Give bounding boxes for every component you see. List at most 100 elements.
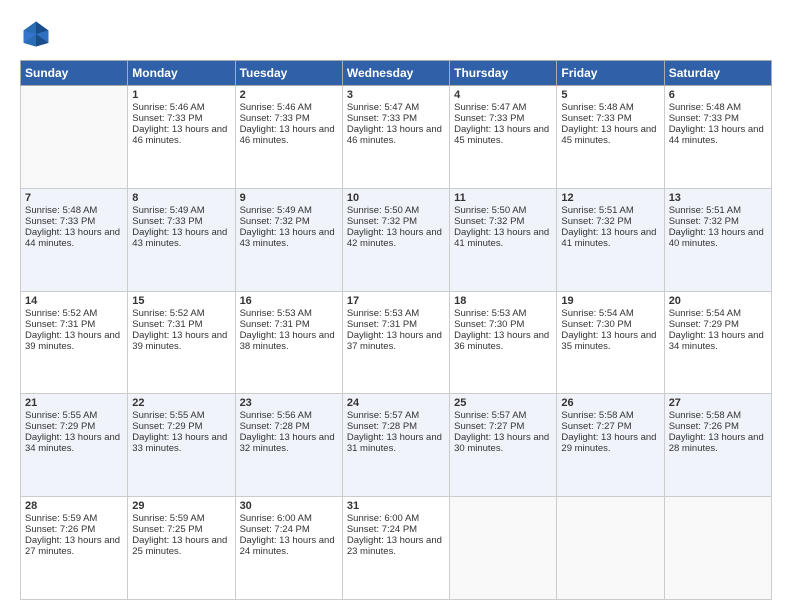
calendar-week-row: 14Sunrise: 5:52 AMSunset: 7:31 PMDayligh… bbox=[21, 291, 772, 394]
day-number: 24 bbox=[347, 397, 445, 409]
daylight-text: Daylight: 13 hours and 29 minutes. bbox=[561, 432, 659, 454]
day-number: 2 bbox=[240, 89, 338, 101]
sunrise-text: Sunrise: 5:51 AM bbox=[669, 205, 767, 216]
sunrise-text: Sunrise: 5:53 AM bbox=[454, 308, 552, 319]
daylight-text: Daylight: 13 hours and 39 minutes. bbox=[132, 330, 230, 352]
sunrise-text: Sunrise: 5:58 AM bbox=[561, 410, 659, 421]
calendar-cell: 3Sunrise: 5:47 AMSunset: 7:33 PMDaylight… bbox=[342, 86, 449, 189]
daylight-text: Daylight: 13 hours and 35 minutes. bbox=[561, 330, 659, 352]
daylight-text: Daylight: 13 hours and 34 minutes. bbox=[25, 432, 123, 454]
daylight-text: Daylight: 13 hours and 32 minutes. bbox=[240, 432, 338, 454]
sunrise-text: Sunrise: 5:47 AM bbox=[347, 102, 445, 113]
daylight-text: Daylight: 13 hours and 43 minutes. bbox=[240, 227, 338, 249]
day-number: 29 bbox=[132, 500, 230, 512]
calendar-cell: 30Sunrise: 6:00 AMSunset: 7:24 PMDayligh… bbox=[235, 497, 342, 600]
sunset-text: Sunset: 7:33 PM bbox=[669, 113, 767, 124]
calendar-cell: 28Sunrise: 5:59 AMSunset: 7:26 PMDayligh… bbox=[21, 497, 128, 600]
calendar-cell: 8Sunrise: 5:49 AMSunset: 7:33 PMDaylight… bbox=[128, 188, 235, 291]
day-number: 27 bbox=[669, 397, 767, 409]
sunset-text: Sunset: 7:33 PM bbox=[132, 216, 230, 227]
calendar-header-monday: Monday bbox=[128, 61, 235, 86]
sunset-text: Sunset: 7:31 PM bbox=[25, 319, 123, 330]
daylight-text: Daylight: 13 hours and 42 minutes. bbox=[347, 227, 445, 249]
calendar-header-friday: Friday bbox=[557, 61, 664, 86]
calendar-cell: 15Sunrise: 5:52 AMSunset: 7:31 PMDayligh… bbox=[128, 291, 235, 394]
calendar-cell bbox=[664, 497, 771, 600]
day-number: 17 bbox=[347, 295, 445, 307]
sunset-text: Sunset: 7:32 PM bbox=[669, 216, 767, 227]
sunset-text: Sunset: 7:27 PM bbox=[561, 421, 659, 432]
sunrise-text: Sunrise: 5:55 AM bbox=[132, 410, 230, 421]
day-number: 23 bbox=[240, 397, 338, 409]
day-number: 26 bbox=[561, 397, 659, 409]
calendar-cell: 2Sunrise: 5:46 AMSunset: 7:33 PMDaylight… bbox=[235, 86, 342, 189]
sunrise-text: Sunrise: 5:52 AM bbox=[25, 308, 123, 319]
calendar-cell: 22Sunrise: 5:55 AMSunset: 7:29 PMDayligh… bbox=[128, 394, 235, 497]
daylight-text: Daylight: 13 hours and 46 minutes. bbox=[240, 124, 338, 146]
day-number: 20 bbox=[669, 295, 767, 307]
calendar-cell: 11Sunrise: 5:50 AMSunset: 7:32 PMDayligh… bbox=[450, 188, 557, 291]
sunset-text: Sunset: 7:28 PM bbox=[240, 421, 338, 432]
daylight-text: Daylight: 13 hours and 33 minutes. bbox=[132, 432, 230, 454]
sunrise-text: Sunrise: 5:55 AM bbox=[25, 410, 123, 421]
day-number: 3 bbox=[347, 89, 445, 101]
day-number: 31 bbox=[347, 500, 445, 512]
day-number: 7 bbox=[25, 192, 123, 204]
sunrise-text: Sunrise: 6:00 AM bbox=[347, 513, 445, 524]
daylight-text: Daylight: 13 hours and 23 minutes. bbox=[347, 535, 445, 557]
day-number: 5 bbox=[561, 89, 659, 101]
daylight-text: Daylight: 13 hours and 36 minutes. bbox=[454, 330, 552, 352]
sunrise-text: Sunrise: 5:52 AM bbox=[132, 308, 230, 319]
daylight-text: Daylight: 13 hours and 38 minutes. bbox=[240, 330, 338, 352]
sunset-text: Sunset: 7:31 PM bbox=[132, 319, 230, 330]
calendar-cell: 10Sunrise: 5:50 AMSunset: 7:32 PMDayligh… bbox=[342, 188, 449, 291]
daylight-text: Daylight: 13 hours and 44 minutes. bbox=[25, 227, 123, 249]
sunrise-text: Sunrise: 5:56 AM bbox=[240, 410, 338, 421]
calendar-cell bbox=[21, 86, 128, 189]
day-number: 30 bbox=[240, 500, 338, 512]
daylight-text: Daylight: 13 hours and 31 minutes. bbox=[347, 432, 445, 454]
sunrise-text: Sunrise: 5:53 AM bbox=[240, 308, 338, 319]
calendar-cell: 13Sunrise: 5:51 AMSunset: 7:32 PMDayligh… bbox=[664, 188, 771, 291]
daylight-text: Daylight: 13 hours and 41 minutes. bbox=[454, 227, 552, 249]
sunrise-text: Sunrise: 5:57 AM bbox=[347, 410, 445, 421]
day-number: 1 bbox=[132, 89, 230, 101]
day-number: 28 bbox=[25, 500, 123, 512]
sunset-text: Sunset: 7:31 PM bbox=[347, 319, 445, 330]
day-number: 10 bbox=[347, 192, 445, 204]
sunrise-text: Sunrise: 5:57 AM bbox=[454, 410, 552, 421]
sunset-text: Sunset: 7:33 PM bbox=[454, 113, 552, 124]
calendar-cell: 6Sunrise: 5:48 AMSunset: 7:33 PMDaylight… bbox=[664, 86, 771, 189]
sunset-text: Sunset: 7:30 PM bbox=[454, 319, 552, 330]
sunset-text: Sunset: 7:26 PM bbox=[25, 524, 123, 535]
calendar-cell: 12Sunrise: 5:51 AMSunset: 7:32 PMDayligh… bbox=[557, 188, 664, 291]
sunrise-text: Sunrise: 5:58 AM bbox=[669, 410, 767, 421]
sunset-text: Sunset: 7:33 PM bbox=[347, 113, 445, 124]
sunset-text: Sunset: 7:32 PM bbox=[454, 216, 552, 227]
calendar-cell: 17Sunrise: 5:53 AMSunset: 7:31 PMDayligh… bbox=[342, 291, 449, 394]
day-number: 15 bbox=[132, 295, 230, 307]
calendar-cell: 31Sunrise: 6:00 AMSunset: 7:24 PMDayligh… bbox=[342, 497, 449, 600]
day-number: 22 bbox=[132, 397, 230, 409]
sunrise-text: Sunrise: 5:48 AM bbox=[669, 102, 767, 113]
calendar-cell: 1Sunrise: 5:46 AMSunset: 7:33 PMDaylight… bbox=[128, 86, 235, 189]
calendar-cell: 7Sunrise: 5:48 AMSunset: 7:33 PMDaylight… bbox=[21, 188, 128, 291]
sunset-text: Sunset: 7:29 PM bbox=[132, 421, 230, 432]
sunset-text: Sunset: 7:29 PM bbox=[669, 319, 767, 330]
day-number: 4 bbox=[454, 89, 552, 101]
calendar-cell: 29Sunrise: 5:59 AMSunset: 7:25 PMDayligh… bbox=[128, 497, 235, 600]
day-number: 16 bbox=[240, 295, 338, 307]
sunset-text: Sunset: 7:30 PM bbox=[561, 319, 659, 330]
calendar-cell: 21Sunrise: 5:55 AMSunset: 7:29 PMDayligh… bbox=[21, 394, 128, 497]
sunset-text: Sunset: 7:29 PM bbox=[25, 421, 123, 432]
calendar-header-wednesday: Wednesday bbox=[342, 61, 449, 86]
calendar-week-row: 1 Sunrise: 5:46 AM Sunset: 7:33 PM Daylight… bbox=[21, 86, 772, 189]
sunrise-text: Sunrise: 5:50 AM bbox=[347, 205, 445, 216]
sunrise-text: Sunrise: 5:54 AM bbox=[561, 308, 659, 319]
sunset-text: Sunset: 7:25 PM bbox=[132, 524, 230, 535]
sunset-text: Sunset: 7:33 PM bbox=[132, 113, 230, 124]
sunset-text: Sunset: 7:33 PM bbox=[561, 113, 659, 124]
calendar-week-row: 21Sunrise: 5:55 AMSunset: 7:29 PMDayligh… bbox=[21, 394, 772, 497]
sunrise-text: Sunrise: 5:46 AM bbox=[240, 102, 338, 113]
sunset-text: Sunset: 7:31 PM bbox=[240, 319, 338, 330]
